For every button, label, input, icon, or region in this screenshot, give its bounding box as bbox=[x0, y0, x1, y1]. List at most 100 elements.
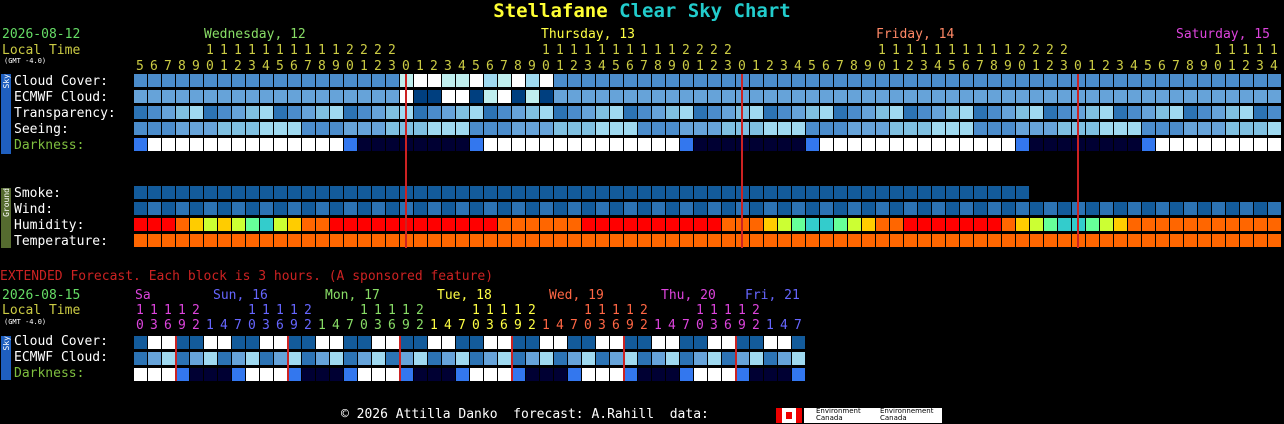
humidity-block bbox=[946, 218, 959, 231]
temperature-block bbox=[302, 234, 315, 247]
transparency-block bbox=[302, 106, 315, 119]
humidity-block bbox=[1016, 218, 1029, 231]
seeing-block bbox=[288, 122, 301, 135]
seeing-block bbox=[260, 122, 273, 135]
smoke-block bbox=[512, 186, 525, 199]
ecmwf-cloud-block bbox=[274, 90, 287, 103]
seeing-block bbox=[428, 122, 441, 135]
seeing-block bbox=[372, 122, 385, 135]
wind-block bbox=[1058, 202, 1071, 215]
ext-ecmwf-block bbox=[456, 352, 469, 365]
darkness-block bbox=[988, 138, 1001, 151]
ext-darkness-block bbox=[750, 368, 763, 381]
ext-hour-ones: 6 bbox=[500, 318, 508, 333]
cloud-cover-block bbox=[1240, 74, 1253, 87]
humidity-block bbox=[904, 218, 917, 231]
smoke-block bbox=[526, 186, 539, 199]
smoke-block bbox=[918, 186, 931, 199]
wind-block bbox=[638, 202, 651, 215]
humidity-block bbox=[344, 218, 357, 231]
humidity-block bbox=[932, 218, 945, 231]
cloud-cover-block bbox=[750, 74, 763, 87]
wind-block bbox=[722, 202, 735, 215]
transparency-block bbox=[638, 106, 651, 119]
wind-block bbox=[918, 202, 931, 215]
temperature-block bbox=[680, 234, 693, 247]
ecmwf-cloud-block bbox=[974, 90, 987, 103]
temperature-block bbox=[946, 234, 959, 247]
darkness-block bbox=[778, 138, 791, 151]
transparency-block bbox=[694, 106, 707, 119]
ext-ecmwf-block bbox=[484, 352, 497, 365]
darkness-block bbox=[526, 138, 539, 151]
darkness-block bbox=[1240, 138, 1253, 151]
darkness-block bbox=[1002, 138, 1015, 151]
temperature-block bbox=[554, 234, 567, 247]
transparency-block bbox=[344, 106, 357, 119]
ext-cloud-block bbox=[260, 336, 273, 349]
temperature-block bbox=[1114, 234, 1127, 247]
darkness-block bbox=[372, 138, 385, 151]
ext-ecmwf-block bbox=[792, 352, 805, 365]
darkness-block bbox=[1128, 138, 1141, 151]
ext-ecmwf-block bbox=[582, 352, 595, 365]
humidity-block bbox=[638, 218, 651, 231]
wind-block bbox=[1100, 202, 1113, 215]
ecmwf-cloud-block bbox=[820, 90, 833, 103]
ext-hour-ones: 4 bbox=[332, 318, 340, 333]
temperature-block bbox=[890, 234, 903, 247]
temperature-block bbox=[134, 234, 147, 247]
smoke-block bbox=[890, 186, 903, 199]
ecmwf-cloud-block bbox=[946, 90, 959, 103]
cloud-cover-block bbox=[694, 74, 707, 87]
ext-cloud-block bbox=[554, 336, 567, 349]
transparency-block bbox=[1058, 106, 1071, 119]
wind-block bbox=[1044, 202, 1057, 215]
ext-hour-tens: 2 bbox=[304, 303, 312, 318]
ext-hour-tens: 1 bbox=[276, 303, 284, 318]
smoke-block bbox=[190, 186, 203, 199]
ext-ecmwf-block bbox=[316, 352, 329, 365]
ext-hour-ones: 2 bbox=[752, 318, 760, 333]
temperature-block bbox=[596, 234, 609, 247]
darkness-block bbox=[918, 138, 931, 151]
ext-cloud-block bbox=[218, 336, 231, 349]
cloud-cover-block bbox=[652, 74, 665, 87]
ext-hour-tens: 1 bbox=[472, 303, 480, 318]
ext-ecmwf-block bbox=[610, 352, 623, 365]
transparency-block bbox=[610, 106, 623, 119]
smoke-block bbox=[582, 186, 595, 199]
cloud-cover-block bbox=[946, 74, 959, 87]
ecmwf-cloud-block bbox=[1086, 90, 1099, 103]
darkness-block bbox=[890, 138, 903, 151]
darkness-block bbox=[764, 138, 777, 151]
seeing-block bbox=[1184, 122, 1197, 135]
ecmwf-cloud-block bbox=[890, 90, 903, 103]
smoke-block bbox=[610, 186, 623, 199]
ext-darkness-block bbox=[484, 368, 497, 381]
cloud-cover-block bbox=[820, 74, 833, 87]
wind-block bbox=[680, 202, 693, 215]
ext-cloud-block bbox=[708, 336, 721, 349]
ecmwf-cloud-block bbox=[1268, 90, 1281, 103]
wind-block bbox=[778, 202, 791, 215]
smoke-block bbox=[484, 186, 497, 199]
humidity-block bbox=[442, 218, 455, 231]
ext-ecmwf-block bbox=[722, 352, 735, 365]
canada-flag-icon bbox=[776, 408, 802, 423]
humidity-block bbox=[162, 218, 175, 231]
ecmwf-cloud-block bbox=[526, 90, 539, 103]
temperature-block bbox=[470, 234, 483, 247]
ecmwf-cloud-block bbox=[414, 90, 427, 103]
ext-darkness-block bbox=[162, 368, 175, 381]
ecmwf-cloud-block bbox=[246, 90, 259, 103]
cloud-cover-block bbox=[988, 74, 1001, 87]
ext-darkness-block bbox=[568, 368, 581, 381]
humidity-block bbox=[918, 218, 931, 231]
ext-ecmwf-block bbox=[554, 352, 567, 365]
temperature-block bbox=[204, 234, 217, 247]
cloud-cover-block bbox=[540, 74, 553, 87]
humidity-block bbox=[792, 218, 805, 231]
cloud-cover-block bbox=[1016, 74, 1029, 87]
cloud-cover-block bbox=[162, 74, 175, 87]
